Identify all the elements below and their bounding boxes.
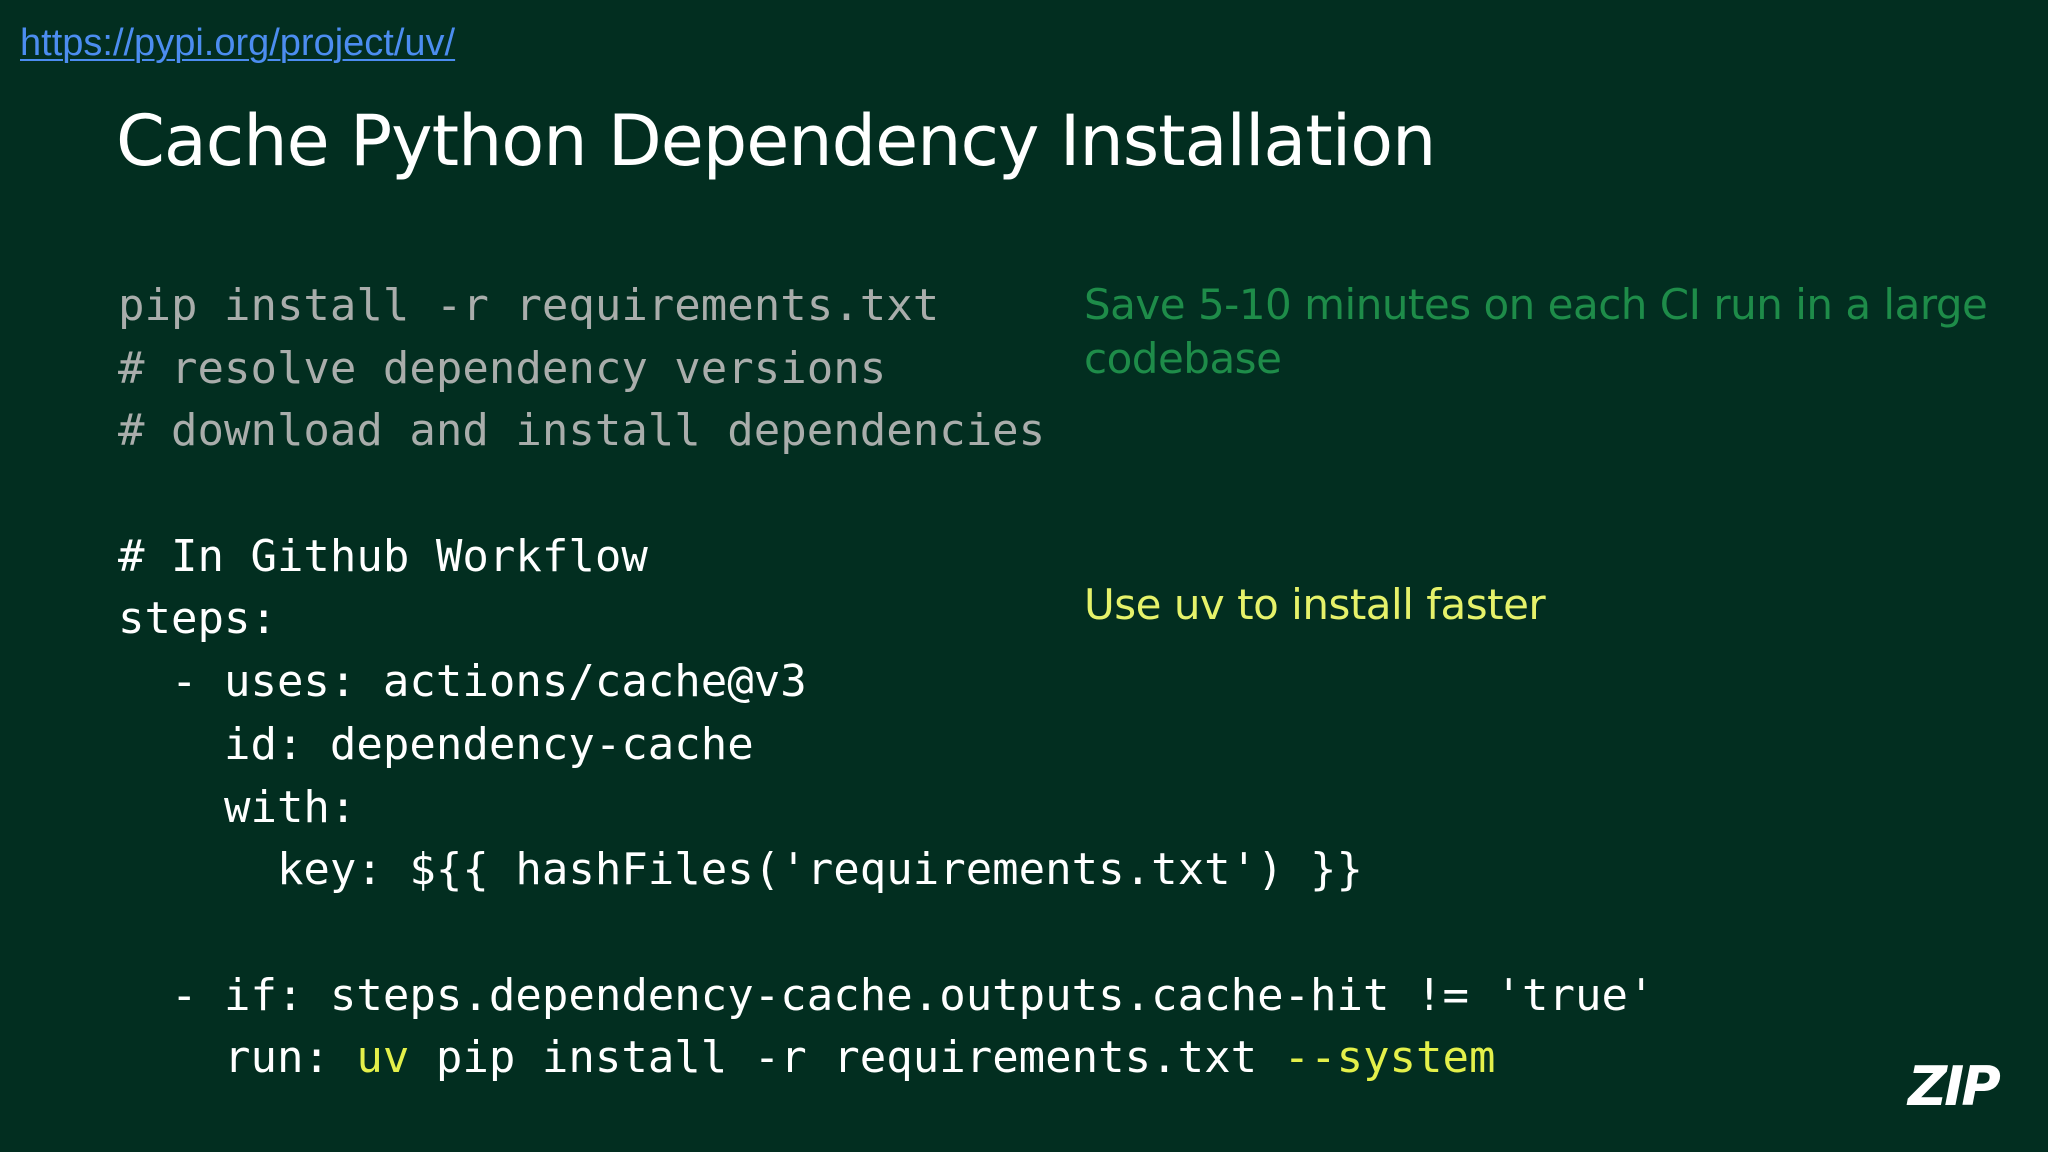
code-line-uses: - uses: actions/cache@v3 <box>118 656 807 708</box>
code-line-if: - if: steps.dependency-cache.outputs.cac… <box>118 969 1655 1021</box>
code-uv-keyword: uv <box>356 1032 410 1084</box>
code-run-prefix: run: <box>118 1032 357 1084</box>
slide-title: Cache Python Dependency Installation <box>116 100 1436 182</box>
note-time-savings: Save 5-10 minutes on each CI run in a la… <box>1084 280 1988 383</box>
code-line-with: with: <box>118 781 357 833</box>
code-block: pip install -r requirements.txt # resolve… <box>118 275 1654 1090</box>
code-run-command: pip install -r requirements.txt <box>409 1032 1284 1084</box>
zip-logo: ZIP <box>1908 1055 2001 1118</box>
code-line-run: run: uv pip install -r requirements.txt … <box>118 1027 1654 1090</box>
code-system-flag: --system <box>1283 1032 1496 1084</box>
note-use-uv: Use uv to install faster <box>1084 580 1546 629</box>
code-line-key: key: ${{ hashFiles('requirements.txt') }… <box>118 844 1364 896</box>
code-comment-download: # download and install dependencies <box>118 405 1046 457</box>
code-line-id: id: dependency-cache <box>118 718 754 770</box>
pypi-uv-link[interactable]: https://pypi.org/project/uv/ <box>20 22 455 65</box>
